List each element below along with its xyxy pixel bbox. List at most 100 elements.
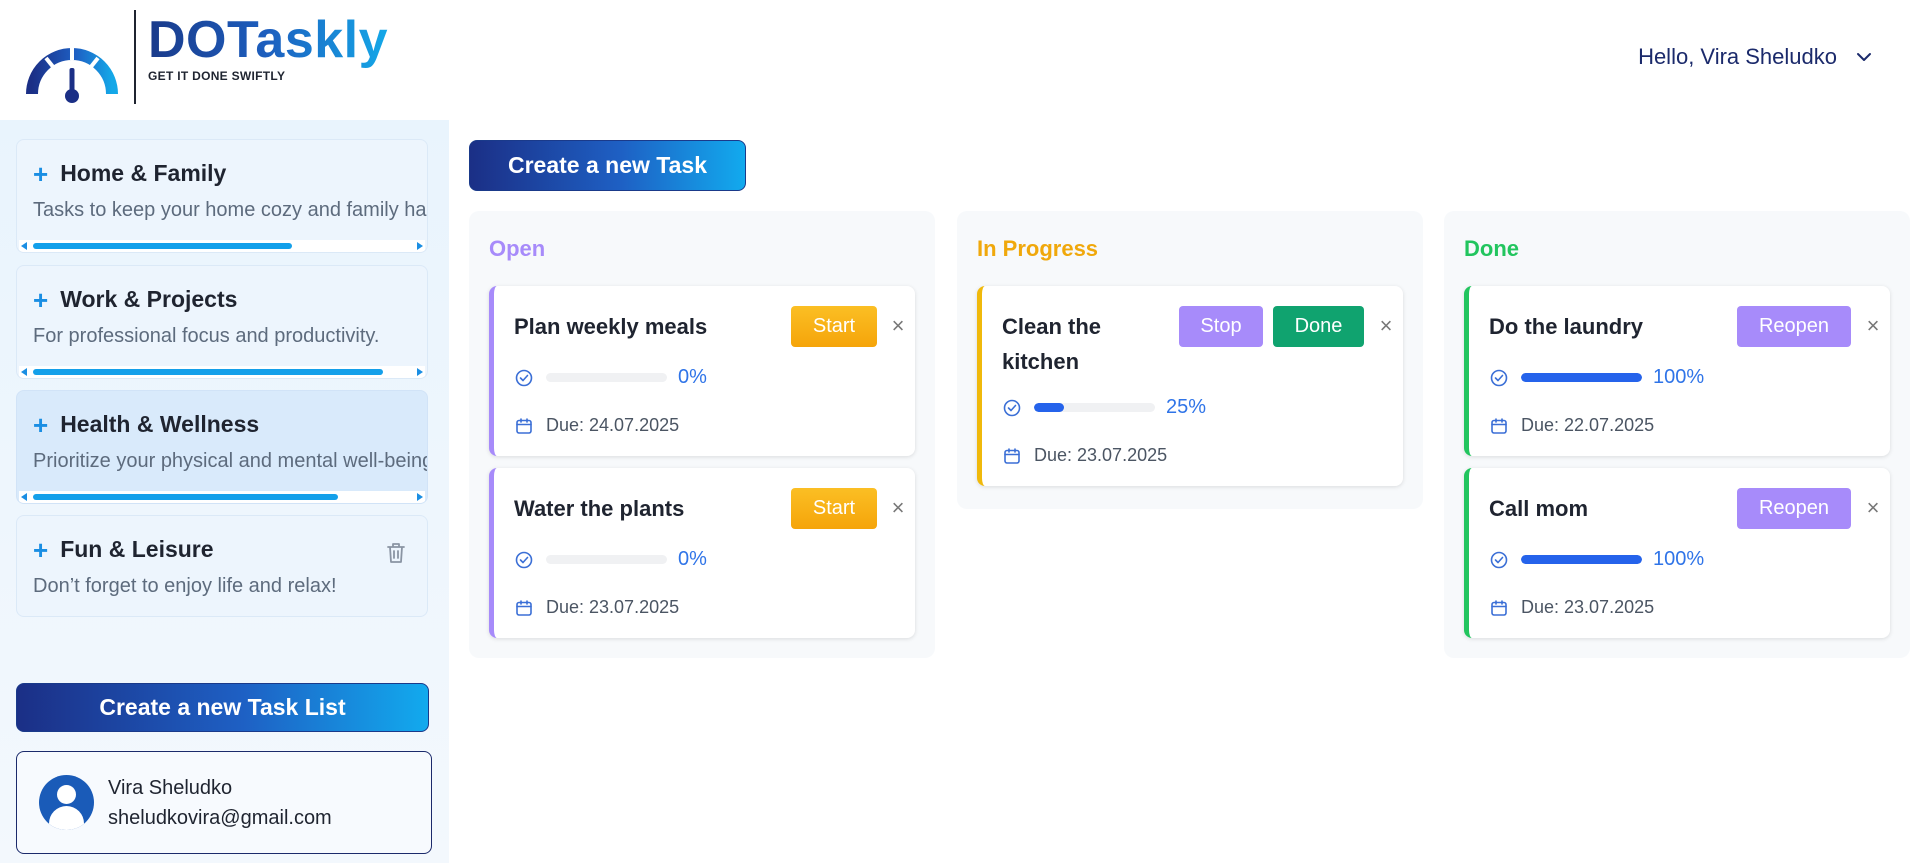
check-circle-icon <box>1003 399 1021 416</box>
close-icon[interactable]: × <box>886 311 910 341</box>
task-card[interactable]: Call mom Reopen × 100% Due: 23.07.2025 <box>1464 468 1890 638</box>
check-circle-icon <box>515 369 533 386</box>
horizontal-scrollbar[interactable] <box>19 491 425 503</box>
due-date: Due: 23.07.2025 <box>514 597 679 618</box>
scroll-right-icon[interactable] <box>417 368 423 376</box>
task-list-home-family[interactable]: + Home & Family Tasks to keep your home … <box>16 139 428 253</box>
task-card[interactable]: Do the laundry Reopen × 100% Due: 22.07.… <box>1464 286 1890 456</box>
task-title: Do the laundry <box>1489 314 1644 339</box>
stop-button[interactable]: Stop <box>1179 306 1263 347</box>
task-title: Call mom <box>1489 496 1589 521</box>
brand-logo[interactable]: DOTaskly GET IT DONE SWIFTLY <box>24 10 388 106</box>
due-text: Due: 23.07.2025 <box>1034 445 1168 465</box>
due-date: Due: 23.07.2025 <box>1002 445 1167 466</box>
chevron-down-icon <box>1857 53 1871 61</box>
plus-icon[interactable]: + <box>33 412 48 438</box>
scroll-right-icon[interactable] <box>417 493 423 501</box>
plus-icon[interactable]: + <box>33 161 48 187</box>
calendar-icon <box>1491 599 1507 616</box>
reopen-button[interactable]: Reopen <box>1737 306 1851 347</box>
scroll-left-icon[interactable] <box>21 242 27 250</box>
app-header: DOTaskly GET IT DONE SWIFTLY Hello, Vira… <box>0 0 1915 120</box>
calendar-icon <box>516 417 532 434</box>
done-button[interactable]: Done <box>1273 306 1364 347</box>
progress-bar <box>1521 555 1642 564</box>
task-card[interactable]: Water the plants Start × 0% Due: 23.07.2… <box>489 468 915 638</box>
due-text: Due: 22.07.2025 <box>1521 415 1655 435</box>
calendar-icon <box>516 599 532 616</box>
task-title: Clean the kitchen <box>1002 314 1102 374</box>
progress-percent: 100% <box>1653 366 1705 388</box>
brand-name: DOTaskly <box>148 11 389 69</box>
progress-row: 100% <box>1489 366 1704 389</box>
progress-percent: 25% <box>1166 396 1207 418</box>
column-in-progress: In Progress Clean the kitchen Stop Done … <box>957 211 1423 509</box>
horizontal-scrollbar[interactable] <box>19 366 425 378</box>
due-date: Due: 22.07.2025 <box>1489 415 1654 436</box>
column-open: Open Plan weekly meals Start × 0% Due: 2… <box>469 211 935 658</box>
progress-percent: 0% <box>678 548 707 570</box>
start-button[interactable]: Start <box>791 306 877 347</box>
column-title: In Progress <box>977 236 1099 261</box>
plus-icon[interactable]: + <box>33 287 48 313</box>
progress-percent: 0% <box>678 366 707 388</box>
profile-name: Vira Sheludko <box>108 776 233 799</box>
progress-row: 25% <box>1002 396 1206 419</box>
trash-icon[interactable] <box>385 541 407 565</box>
column-title: Open <box>489 236 546 261</box>
list-title-text: Work & Projects <box>60 286 238 312</box>
list-description: Prioritize your physical and mental well… <box>33 450 428 472</box>
check-circle-icon <box>1490 369 1508 386</box>
progress-bar <box>1034 403 1155 412</box>
progress-bar <box>546 555 667 564</box>
create-task-button[interactable]: Create a new Task <box>469 140 746 191</box>
task-list-work-projects[interactable]: + Work & Projects For professional focus… <box>16 265 428 379</box>
create-task-list-button[interactable]: Create a new Task List <box>16 683 429 732</box>
scroll-right-icon[interactable] <box>417 242 423 250</box>
reopen-button[interactable]: Reopen <box>1737 488 1851 529</box>
check-circle-icon <box>1490 551 1508 568</box>
list-description: For professional focus and productivity. <box>33 325 380 347</box>
list-description: Don’t forget to enjoy life and relax! <box>33 575 337 597</box>
due-date: Due: 23.07.2025 <box>1489 597 1654 618</box>
task-list-health-wellness[interactable]: + Health & Wellness Prioritize your phys… <box>16 390 428 504</box>
scroll-thumb[interactable] <box>33 369 383 375</box>
progress-bar <box>1521 373 1642 382</box>
task-card[interactable]: Clean the kitchen Stop Done × 25% Due: 2… <box>977 286 1403 486</box>
profile-email: sheludkovira@gmail.com <box>108 806 332 829</box>
due-text: Due: 24.07.2025 <box>546 415 680 435</box>
close-icon[interactable]: × <box>886 493 910 523</box>
scroll-left-icon[interactable] <box>21 493 27 501</box>
start-button[interactable]: Start <box>791 488 877 529</box>
list-title-text: Fun & Leisure <box>60 536 214 562</box>
progress-percent: 100% <box>1653 548 1705 570</box>
close-icon[interactable]: × <box>1374 311 1398 341</box>
progress-bar <box>546 373 667 382</box>
user-profile-card[interactable]: Vira Sheludko sheludkovira@gmail.com <box>16 751 432 854</box>
scroll-left-icon[interactable] <box>21 368 27 376</box>
close-icon[interactable]: × <box>1861 311 1885 341</box>
list-title-text: Home & Family <box>60 160 227 186</box>
list-description: Tasks to keep your home cozy and family … <box>33 199 428 221</box>
greeting-text: Hello, Vira Sheludko <box>1638 44 1837 69</box>
brand-text: DOTaskly GET IT DONE SWIFTLY <box>148 10 388 83</box>
column-done: Done Do the laundry Reopen × 100% Due: 2… <box>1444 211 1910 658</box>
task-title: Plan weekly meals <box>514 314 708 339</box>
close-icon[interactable]: × <box>1861 493 1885 523</box>
user-menu[interactable]: Hello, Vira Sheludko <box>1638 44 1873 70</box>
task-title: Water the plants <box>514 496 685 521</box>
scroll-thumb[interactable] <box>33 494 338 500</box>
task-list-fun-leisure[interactable]: + Fun & Leisure Don’t forget to enjoy li… <box>16 515 428 617</box>
due-text: Due: 23.07.2025 <box>1521 597 1655 617</box>
progress-row: 0% <box>514 366 707 389</box>
progress-row: 100% <box>1489 548 1704 571</box>
task-card[interactable]: Plan weekly meals Start × 0% Due: 24.07.… <box>489 286 915 456</box>
horizontal-scrollbar[interactable] <box>19 240 425 252</box>
list-title: + Health & Wellness <box>33 411 259 438</box>
plus-icon[interactable]: + <box>33 537 48 563</box>
scroll-thumb[interactable] <box>33 243 292 249</box>
list-title: + Home & Family <box>33 160 226 187</box>
check-circle-icon <box>515 551 533 568</box>
sidebar: + Home & Family Tasks to keep your home … <box>0 120 449 863</box>
list-title-text: Health & Wellness <box>60 411 260 437</box>
